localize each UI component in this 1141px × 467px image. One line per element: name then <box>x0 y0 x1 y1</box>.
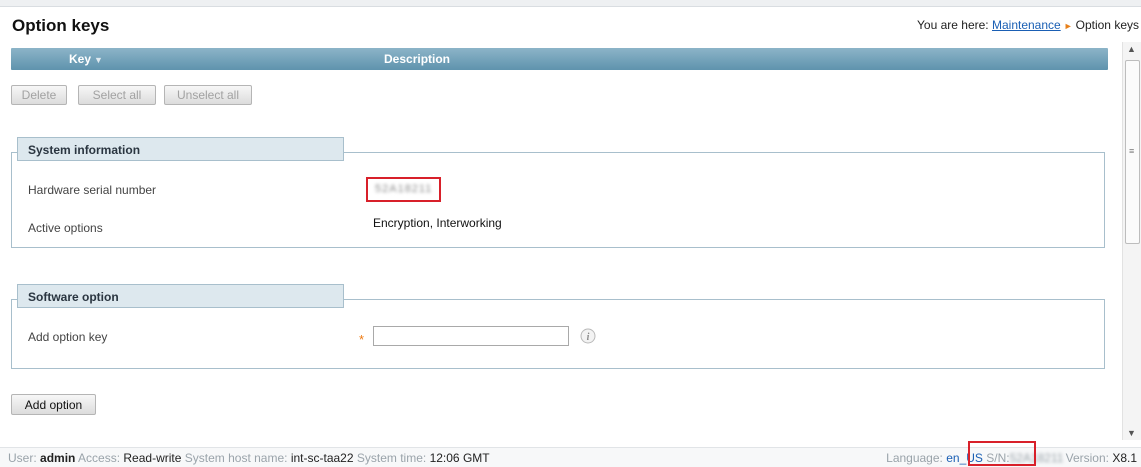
add-option-key-label: Add option key <box>28 330 108 344</box>
column-header-description: Description <box>384 52 451 66</box>
software-option-heading: Software option <box>17 284 344 308</box>
footer-language-label: Language: <box>886 451 943 465</box>
unselect-all-button[interactable]: Unselect all <box>164 85 252 105</box>
footer-user-value: admin <box>40 451 76 465</box>
add-option-button[interactable]: Add option <box>11 394 96 415</box>
breadcrumb-link-maintenance[interactable]: Maintenance <box>992 18 1061 32</box>
scroll-down-arrow-icon[interactable]: ▼ <box>1127 428 1136 438</box>
column-header-key-label: Key <box>69 52 92 66</box>
system-information-panel <box>11 152 1105 248</box>
info-icon[interactable]: i <box>580 328 596 344</box>
scroll-thumb[interactable]: ≡ <box>1125 60 1140 244</box>
svg-text:i: i <box>587 332 590 343</box>
breadcrumb: You are here: Maintenance ► Option keys <box>917 18 1139 32</box>
column-header-key[interactable]: Key ▼ <box>69 52 103 66</box>
required-asterisk: * <box>359 332 365 347</box>
footer-access-label: Access: <box>78 451 121 465</box>
page-title: Option keys <box>12 16 110 35</box>
active-options-label: Active options <box>28 221 103 235</box>
footer-session-info: User: admin Access: Read-write System ho… <box>8 451 490 465</box>
footer-user-label: User: <box>8 451 37 465</box>
scroll-up-arrow-icon[interactable]: ▲ <box>1127 44 1136 54</box>
delete-button[interactable]: Delete <box>11 85 67 105</box>
select-all-button[interactable]: Select all <box>78 85 156 105</box>
option-key-input[interactable] <box>373 326 569 346</box>
table-header: Key ▼ Description <box>11 48 1108 70</box>
footer-host-label: System host name: <box>184 451 288 465</box>
vertical-scrollbar[interactable]: ▲ ≡ ▼ <box>1122 42 1141 440</box>
sort-down-icon: ▼ <box>94 55 103 65</box>
footer-time-label: System time: <box>356 451 427 465</box>
footer-version-value: X8.1 <box>1112 451 1137 465</box>
breadcrumb-arrow-icon: ► <box>1063 21 1073 31</box>
footer-time-value: 12:06 GMT <box>429 451 490 465</box>
footer-version-label: Version: <box>1065 451 1109 465</box>
highlight-box-footer-serial <box>968 441 1036 466</box>
footer-host-value: int-sc-taa22 <box>290 451 354 465</box>
footer-access-value: Read-write <box>123 451 182 465</box>
highlight-box-serial <box>366 177 441 202</box>
top-border <box>0 0 1141 7</box>
system-information-heading: System information <box>17 137 344 161</box>
active-options-value: Encryption, Interworking <box>373 216 502 230</box>
breadcrumb-current: Option keys <box>1075 18 1139 32</box>
breadcrumb-prefix: You are here: <box>917 18 989 32</box>
scroll-grip-icon: ≡ <box>1129 146 1135 156</box>
hardware-serial-label: Hardware serial number <box>28 183 157 197</box>
